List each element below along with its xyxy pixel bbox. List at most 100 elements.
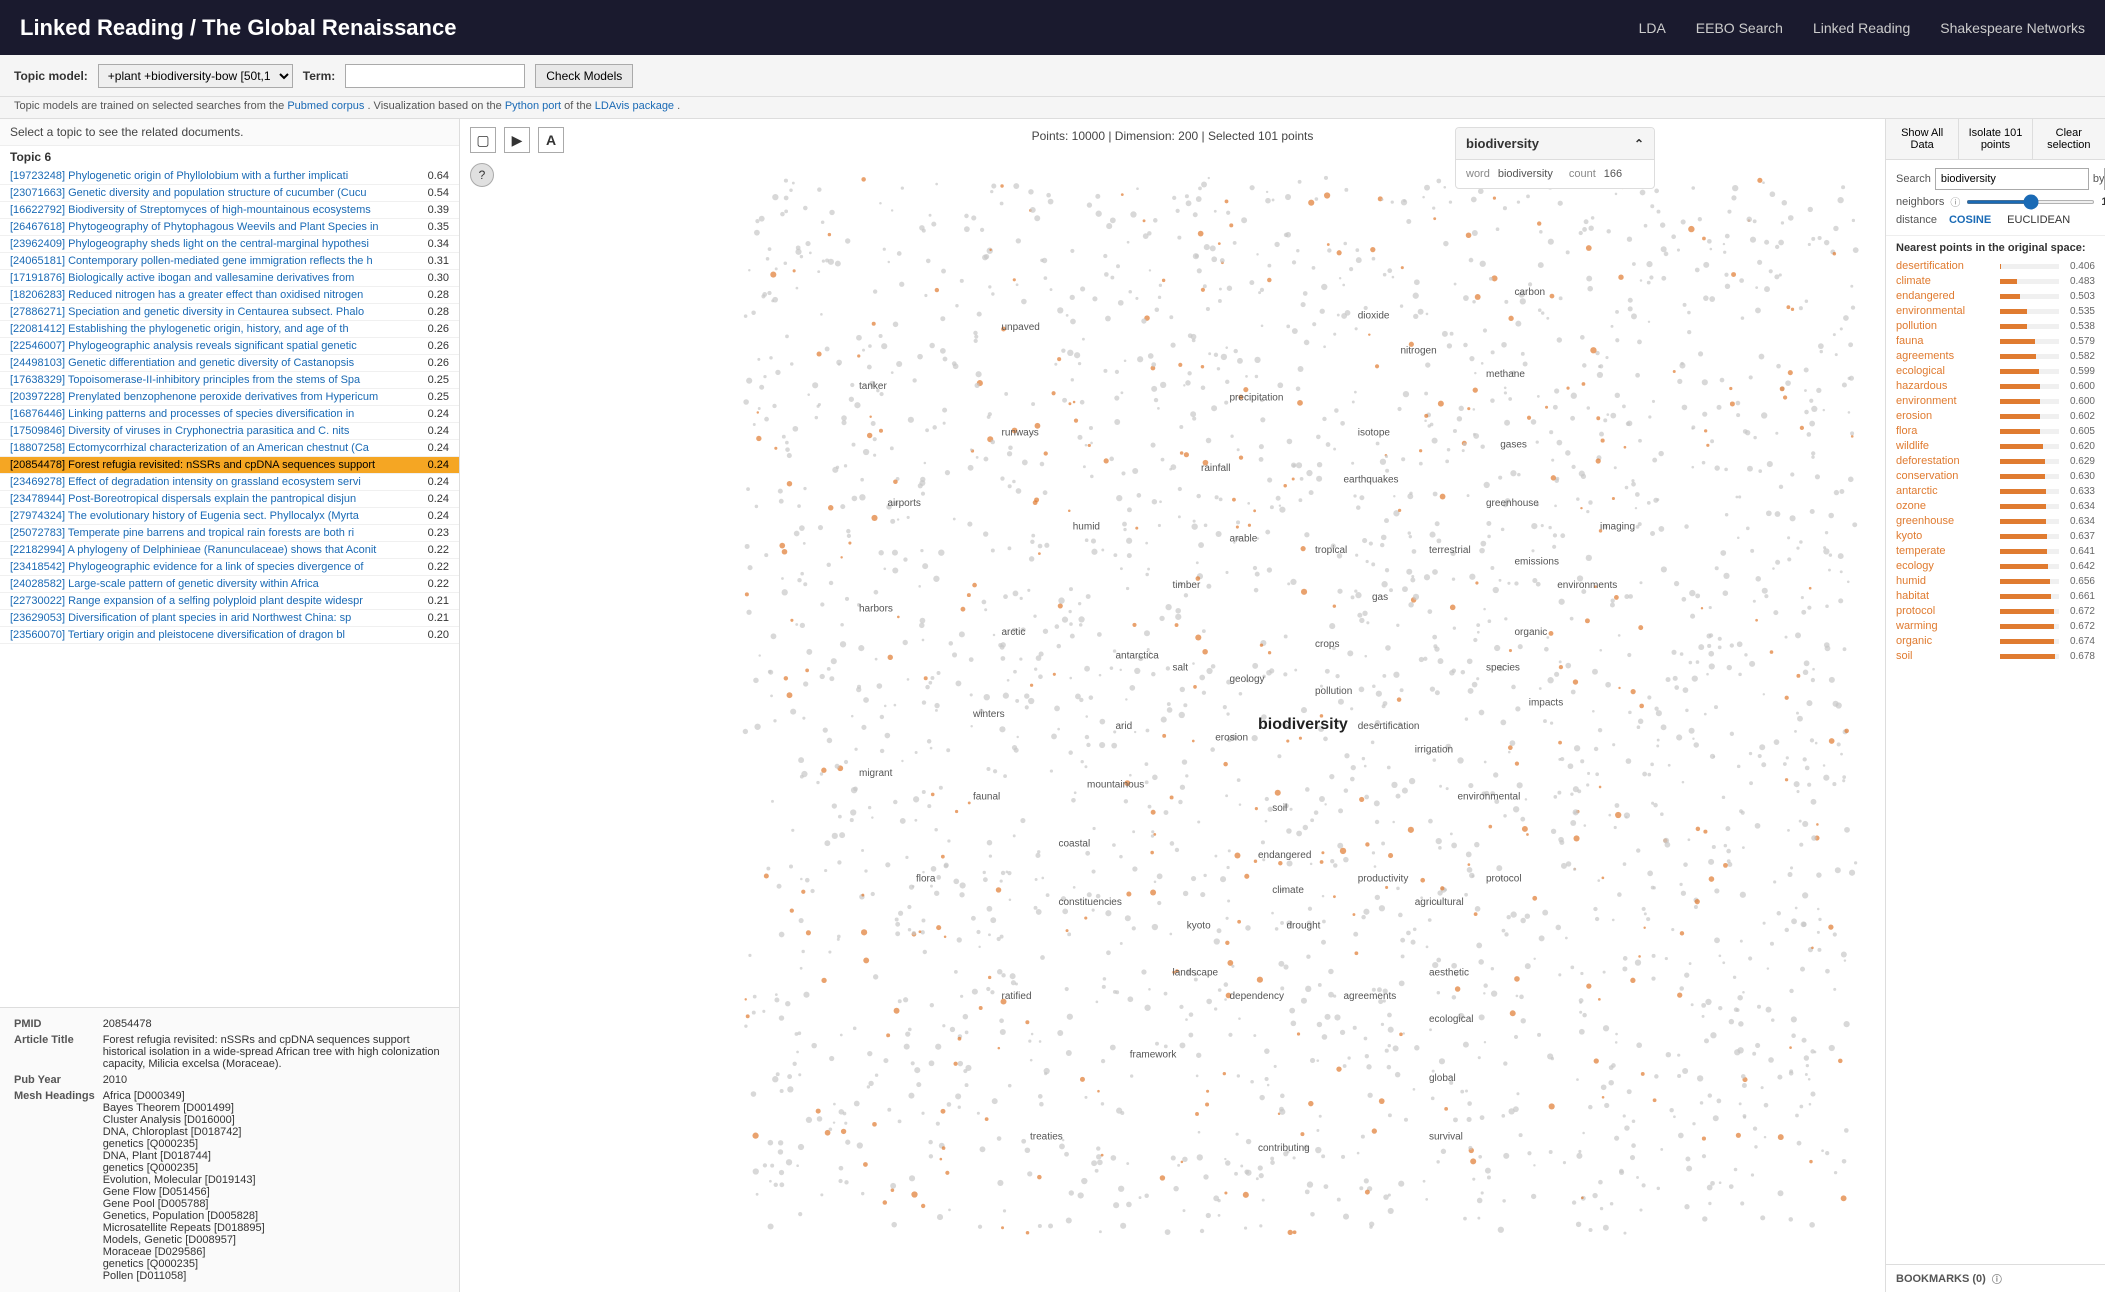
- scatter-word[interactable]: arctic: [1002, 627, 1026, 638]
- isolate-btn[interactable]: Isolate 101 points: [1959, 119, 2032, 159]
- ldavis-link[interactable]: LDAvis package: [595, 100, 674, 112]
- doc-row[interactable]: [27886271] Speciation and genetic divers…: [0, 304, 459, 321]
- neighbors-slider[interactable]: [1966, 200, 2095, 204]
- scatter-word[interactable]: endangered: [1258, 850, 1311, 861]
- topic-model-select[interactable]: +plant +biodiversity-bow [50t,1: [98, 64, 293, 88]
- nearest-word[interactable]: ecology: [1896, 560, 1996, 572]
- scatter-word[interactable]: greenhouse: [1486, 498, 1539, 509]
- doc-row[interactable]: [16622792] Biodiversity of Streptomyces …: [0, 202, 459, 219]
- scatter-word[interactable]: climate: [1272, 885, 1304, 896]
- scatter-word[interactable]: ecological: [1429, 1014, 1473, 1025]
- scatter-word[interactable]: airports: [888, 498, 921, 509]
- scatter-word[interactable]: erosion: [1215, 733, 1248, 744]
- scatter-word[interactable]: tanker: [859, 381, 887, 392]
- nearest-word[interactable]: humid: [1896, 575, 1996, 587]
- scatter-word[interactable]: dioxide: [1358, 310, 1390, 321]
- scatter-word[interactable]: gas: [1372, 592, 1388, 603]
- cosine-btn[interactable]: COSINE: [1945, 213, 1995, 227]
- scatter-word[interactable]: biodiversity: [1258, 716, 1348, 733]
- doc-row[interactable]: [23629053] Diversification of plant spec…: [0, 610, 459, 627]
- nav-shakespeare[interactable]: Shakespeare Networks: [1940, 20, 2085, 36]
- nearest-word[interactable]: antarctic: [1896, 485, 1996, 497]
- doc-row[interactable]: [25072783] Temperate pine barrens and tr…: [0, 525, 459, 542]
- scatter-word[interactable]: pollution: [1315, 686, 1352, 697]
- scatter-word[interactable]: impacts: [1529, 698, 1563, 709]
- nearest-word[interactable]: environmental: [1896, 305, 1996, 317]
- doc-row[interactable]: [23478944] Post-Boreotropical dispersals…: [0, 491, 459, 508]
- doc-row[interactable]: [17638329] Topoisomerase-II-inhibitory p…: [0, 372, 459, 389]
- nearest-word[interactable]: soil: [1896, 650, 1996, 662]
- pan-btn[interactable]: ▶: [504, 127, 530, 153]
- nearest-word[interactable]: endangered: [1896, 290, 1996, 302]
- nearest-word[interactable]: kyoto: [1896, 530, 1996, 542]
- viz-help-btn[interactable]: ?: [470, 163, 494, 187]
- nearest-word[interactable]: conservation: [1896, 470, 1996, 482]
- scatter-word[interactable]: protocol: [1486, 873, 1522, 884]
- scatter-word[interactable]: rainfall: [1201, 463, 1230, 474]
- nearest-word[interactable]: habitat: [1896, 590, 1996, 602]
- scatter-plot[interactable]: biodiversityunpaveddioxidecarbontankerni…: [460, 119, 1885, 1292]
- doc-row[interactable]: [18807258] Ectomycorrhizal characterizat…: [0, 440, 459, 457]
- scatter-word[interactable]: arid: [1116, 721, 1133, 732]
- doc-row[interactable]: [22182994] A phylogeny of Delphinieae (R…: [0, 542, 459, 559]
- doc-row[interactable]: [24498103] Genetic differentiation and g…: [0, 355, 459, 372]
- nearest-word[interactable]: fauna: [1896, 335, 1996, 347]
- nav-lda[interactable]: LDA: [1639, 20, 1666, 36]
- scatter-word[interactable]: isotope: [1358, 428, 1391, 439]
- nearest-word[interactable]: ecological: [1896, 365, 1996, 377]
- term-input[interactable]: [345, 64, 525, 88]
- doc-row[interactable]: [23469278] Effect of degradation intensi…: [0, 474, 459, 491]
- nearest-word[interactable]: warming: [1896, 620, 1996, 632]
- scatter-word[interactable]: treaties: [1030, 1132, 1063, 1143]
- nearest-word[interactable]: deforestation: [1896, 455, 1996, 467]
- nearest-word[interactable]: erosion: [1896, 410, 1996, 422]
- show-all-btn[interactable]: Show All Data: [1886, 119, 1959, 159]
- scatter-word[interactable]: timber: [1173, 580, 1201, 591]
- scatter-word[interactable]: terrestrial: [1429, 545, 1471, 556]
- scatter-word[interactable]: carbon: [1515, 287, 1546, 298]
- check-models-button[interactable]: Check Models: [535, 64, 633, 88]
- nearest-word[interactable]: pollution: [1896, 320, 1996, 332]
- scatter-word[interactable]: species: [1486, 662, 1520, 673]
- nearest-word[interactable]: protocol: [1896, 605, 1996, 617]
- scatter-word[interactable]: imaging: [1600, 522, 1635, 533]
- doc-row[interactable]: [22730022] Range expansion of a selfing …: [0, 593, 459, 610]
- scatter-word[interactable]: drought: [1287, 920, 1321, 931]
- scatter-word[interactable]: agricultural: [1415, 897, 1464, 908]
- scatter-word[interactable]: irrigation: [1415, 744, 1453, 755]
- doc-row[interactable]: [27974324] The evolutionary history of E…: [0, 508, 459, 525]
- scatter-word[interactable]: organic: [1515, 627, 1548, 638]
- doc-row[interactable]: [24028582] Large-scale pattern of geneti…: [0, 576, 459, 593]
- nearest-word[interactable]: organic: [1896, 635, 1996, 647]
- doc-row[interactable]: [23560070] Tertiary origin and pleistoce…: [0, 627, 459, 644]
- nearest-word[interactable]: environment: [1896, 395, 1996, 407]
- lasso-btn[interactable]: A: [538, 127, 564, 153]
- doc-row[interactable]: [24065181] Contemporary pollen-mediated …: [0, 253, 459, 270]
- doc-row[interactable]: [23071663] Genetic diversity and populat…: [0, 185, 459, 202]
- scatter-word[interactable]: survival: [1429, 1132, 1463, 1143]
- doc-row[interactable]: [22546007] Phylogeographic analysis reve…: [0, 338, 459, 355]
- scatter-word[interactable]: ratified: [1002, 991, 1032, 1002]
- scatter-word[interactable]: migrant: [859, 768, 893, 779]
- python-port-link[interactable]: Python port: [505, 100, 561, 112]
- scatter-word[interactable]: arable: [1230, 533, 1258, 544]
- doc-row[interactable]: [17191876] Biologically active ibogan an…: [0, 270, 459, 287]
- scatter-word[interactable]: salt: [1173, 662, 1189, 673]
- scatter-word[interactable]: desertification: [1358, 721, 1420, 732]
- scatter-word[interactable]: nitrogen: [1401, 346, 1437, 357]
- nearest-word[interactable]: wildlife: [1896, 440, 1996, 452]
- nearest-word[interactable]: flora: [1896, 425, 1996, 437]
- scatter-word[interactable]: winters: [972, 709, 1005, 720]
- scatter-word[interactable]: emissions: [1515, 557, 1559, 568]
- pubmed-link[interactable]: Pubmed corpus: [287, 100, 364, 112]
- zoom-rect-btn[interactable]: ▢: [470, 127, 496, 153]
- scatter-word[interactable]: tropical: [1315, 545, 1347, 556]
- nav-linked-reading[interactable]: Linked Reading: [1813, 20, 1910, 36]
- word-info-chevron[interactable]: ⌃: [1634, 137, 1644, 151]
- scatter-word[interactable]: geology: [1230, 674, 1265, 685]
- scatter-word[interactable]: kyoto: [1187, 920, 1211, 931]
- euclidean-btn[interactable]: EUCLIDEAN: [2003, 213, 2074, 227]
- scatter-word[interactable]: humid: [1073, 522, 1100, 533]
- search-input[interactable]: [1935, 168, 2089, 190]
- nearest-word[interactable]: hazardous: [1896, 380, 1996, 392]
